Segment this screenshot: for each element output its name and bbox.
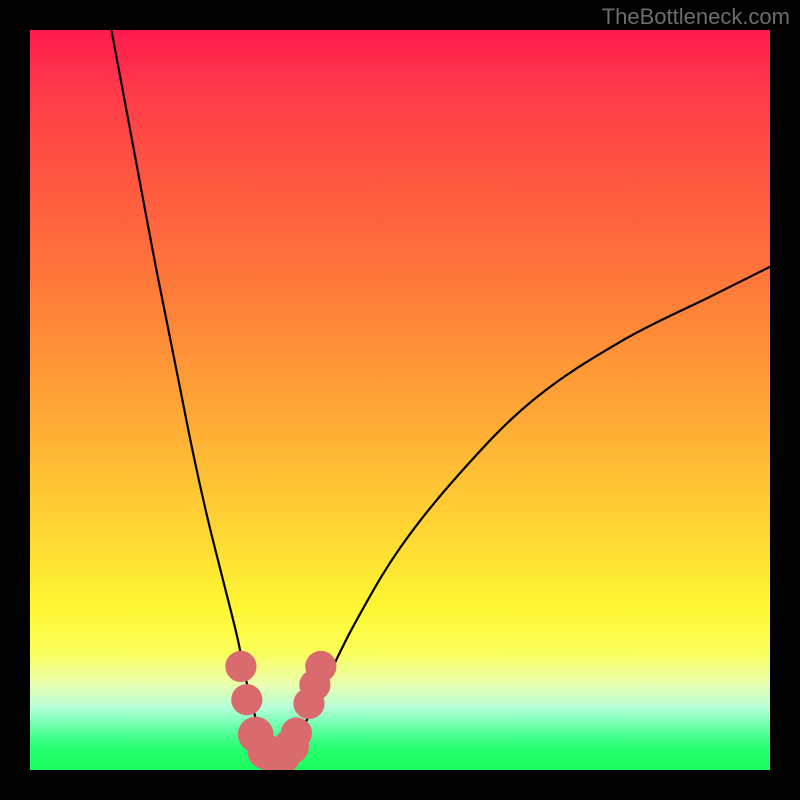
watermark-text: TheBottleneck.com xyxy=(602,4,790,30)
curve-markers xyxy=(225,651,336,770)
chart-frame: TheBottleneck.com xyxy=(0,0,800,800)
chart-svg xyxy=(30,30,770,770)
curve-marker xyxy=(225,651,256,682)
curve-marker xyxy=(281,717,312,748)
curve-marker xyxy=(305,651,336,682)
plot-area xyxy=(30,30,770,770)
curve-marker xyxy=(231,684,262,715)
bottleneck-curve xyxy=(111,30,770,756)
